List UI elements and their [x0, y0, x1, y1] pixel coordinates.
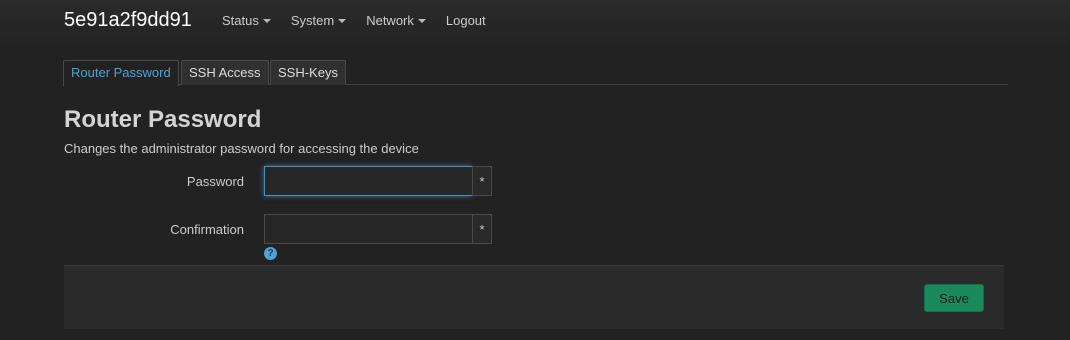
caret-down-icon	[338, 19, 347, 23]
page-description: Changes the administrator password for a…	[64, 141, 419, 156]
page-title: Router Password	[64, 106, 262, 133]
menu-system-label: System	[290, 13, 335, 28]
password-label: Password	[186, 174, 244, 189]
top-navbar: 5e91a2f9dd91 Status System Network Logou…	[0, 0, 1070, 44]
password-reveal-button[interactable]: *	[472, 166, 492, 196]
tab-ssh-access[interactable]: SSH Access	[181, 60, 269, 85]
menu-status-label: Status	[222, 13, 259, 28]
tab-bar: Router Password SSH Access SSH-Keys	[63, 60, 1008, 86]
confirmation-reveal-button[interactable]: *	[472, 214, 492, 244]
hostname-brand[interactable]: 5e91a2f9dd91	[64, 9, 192, 32]
confirmation-input[interactable]	[264, 214, 472, 244]
form-actions-bar: Save	[64, 265, 1004, 329]
menu-system[interactable]: System	[290, 13, 347, 28]
password-field-group: *	[264, 166, 492, 196]
help-icon[interactable]: ?	[264, 247, 277, 260]
caret-down-icon	[417, 19, 426, 23]
confirmation-field-group: *	[264, 214, 492, 244]
password-input[interactable]	[264, 166, 472, 196]
menu-logout-label: Logout	[445, 13, 486, 28]
menu-status[interactable]: Status	[222, 13, 271, 28]
tab-ssh-keys[interactable]: SSH-Keys	[270, 60, 346, 85]
menu-logout[interactable]: Logout	[446, 13, 486, 28]
main-menu: Status System Network Logout	[222, 13, 506, 28]
menu-network[interactable]: Network	[366, 13, 426, 28]
tab-router-password[interactable]: Router Password	[63, 60, 179, 86]
confirmation-label: Confirmation	[170, 222, 244, 237]
save-button[interactable]: Save	[924, 284, 984, 312]
caret-down-icon	[262, 19, 271, 23]
menu-network-label: Network	[366, 13, 414, 28]
